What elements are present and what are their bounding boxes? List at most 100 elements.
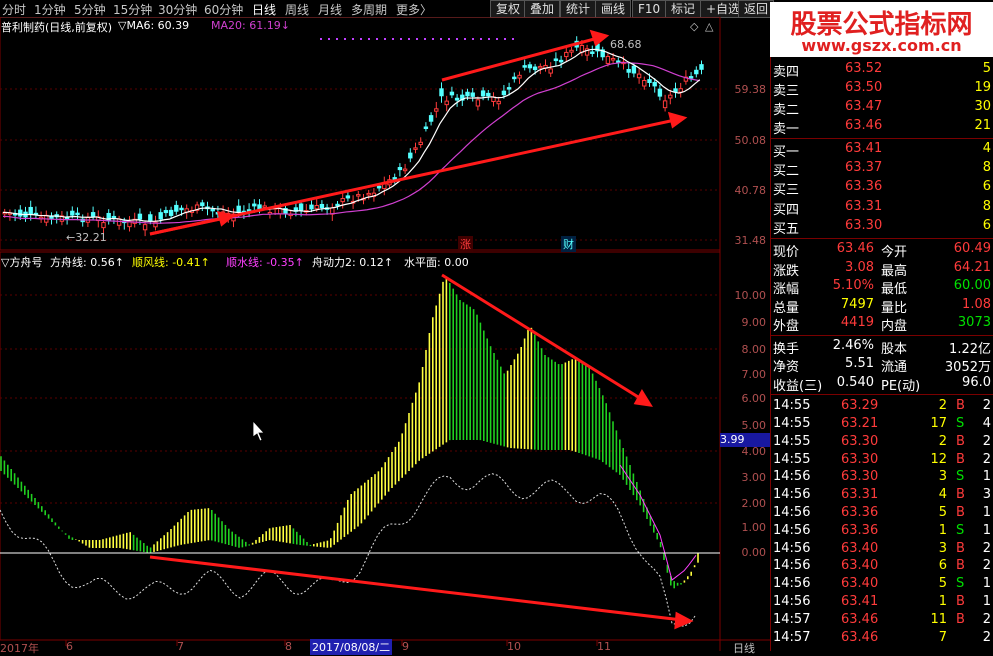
bid-row[interactable]: 买三 63.36 6 [771,179,993,198]
fundamental-value: 96.0 [962,374,991,390]
tick-price: 63.36 [841,522,879,538]
draw-button[interactable]: 画线 [595,0,632,18]
ask-label: 卖一 [773,122,800,137]
bid-label: 买一 [773,145,800,160]
candle-body [652,81,657,87]
tab-30min[interactable]: 30分钟 [158,1,197,18]
candle-body [506,87,512,90]
signal-dot [384,38,386,40]
bid-row[interactable]: 买二 63.37 8 [771,160,993,179]
tick-price: 63.46 [841,611,879,627]
candle-body [610,58,616,61]
ask-row[interactable]: 卖四 63.52 5 [771,61,993,80]
tab-multi-period[interactable]: 多周期 [351,1,387,18]
fundamental-label: 换手 [773,342,800,357]
event-finance-badge[interactable]: 财 [561,236,576,252]
ask-volume: 30 [974,99,991,114]
candle-body [402,168,408,172]
signal-dot [472,38,474,40]
indicator-name[interactable]: ▽方舟号 [1,254,42,270]
fundamental-value: 1.22亿 [949,342,991,357]
quote-value: 7497 [840,296,874,312]
tick-row: 14:55 63.29 2 B 2 [771,398,993,416]
tick-price: 63.46 [841,629,879,645]
candle-body [428,115,434,122]
tick-count: 1 [982,594,991,609]
signal-dot [376,38,378,40]
tab-60min[interactable]: 60分钟 [204,1,243,18]
triangle-up-icon[interactable]: △ [705,20,713,33]
candle-body [527,64,533,69]
tab-monthly[interactable]: 月线 [318,1,342,18]
ma6-label: ▽MA6: 60.39 [118,19,190,32]
candle-body [548,68,553,74]
fundamental-label: 流通 [881,360,908,376]
back-button[interactable]: 返回 [738,0,775,18]
candle-body [657,88,663,97]
adjust-button[interactable]: 复权 [490,0,527,18]
signal-dot [360,38,362,40]
indicator-tick: 3.00 [741,471,767,484]
tick-time: 14:56 [773,576,811,592]
bid-price: 63.41 [845,141,883,156]
candle-body [668,94,673,99]
signal-dot [456,38,458,40]
mark-button[interactable]: 标记 [665,0,702,18]
x-label: 2017年 [0,642,39,655]
tick-row: 14:56 63.31 4 B 3 [771,487,993,505]
dotted-line [0,473,697,627]
candle-body [605,55,611,64]
tick-row: 14:56 63.40 5 S 1 [771,576,993,594]
event-rise-badge[interactable]: 涨 [458,236,473,252]
tick-time: 14:55 [773,416,811,431]
quote-row: 总量 7497 量比 1.08 [771,296,993,316]
tab-1min[interactable]: 1分钟 [34,1,66,18]
ask-row[interactable]: 卖三 63.50 19 [771,80,993,99]
tab-daily[interactable]: 日线 [252,1,276,18]
period-indicator[interactable]: 日线 [733,640,755,656]
tab-weekly[interactable]: 周线 [285,1,309,18]
candle-body [168,209,174,216]
candle-body [522,65,527,68]
tick-volume: 11 [930,611,947,627]
bid-volume: 6 [982,217,991,233]
tick-row: 14:55 63.21 17 S 4 [771,416,993,434]
candle-body [28,206,33,215]
quote-value: 4419 [840,315,874,331]
candle-body [558,59,564,63]
chart-canvas[interactable] [0,17,770,651]
tick-row: 14:55 63.30 2 B 2 [771,434,993,452]
bid-row[interactable]: 买五 63.30 6 [771,217,993,237]
bid-row[interactable]: 买四 63.31 8 [771,199,993,218]
tick-volume: 12 [930,451,947,467]
candle-body [298,203,304,212]
tick-price: 63.30 [841,433,879,449]
tick-row: 14:56 63.30 3 S 1 [771,469,993,487]
candle-body [538,65,543,69]
candle-body [444,100,449,106]
tick-price: 63.36 [841,505,879,520]
candle-body [163,210,169,214]
tab-more[interactable]: 更多〉 [396,1,432,18]
signal-dot [440,38,442,40]
candle-body [647,79,652,83]
ask-row[interactable]: 卖一 63.46 21 [771,118,993,137]
tab-15min[interactable]: 15分钟 [113,1,152,18]
indicator-tick: 2.00 [741,497,767,510]
f10-button[interactable]: F10 [632,0,667,18]
overlay-button[interactable]: 叠加 [524,0,561,18]
bid-row[interactable]: 买一 63.41 4 [771,141,993,160]
candle-body [636,73,642,79]
tick-volume: 7 [938,629,947,645]
candle-body [423,126,429,130]
stats-button[interactable]: 统计 [560,0,597,18]
candle-body [662,100,668,109]
diamond-icon[interactable]: ◇ [690,20,698,33]
ask-row[interactable]: 卖二 63.47 30 [771,99,993,118]
tab-timeshare[interactable]: 分时 [2,1,26,18]
tab-5min[interactable]: 5分钟 [74,1,106,18]
indicator-param-ark: 方舟线: 0.56↑ [50,256,124,269]
signal-dot [392,38,394,40]
fundamental-value: 5.51 [845,356,874,372]
signal-dot [352,38,354,40]
